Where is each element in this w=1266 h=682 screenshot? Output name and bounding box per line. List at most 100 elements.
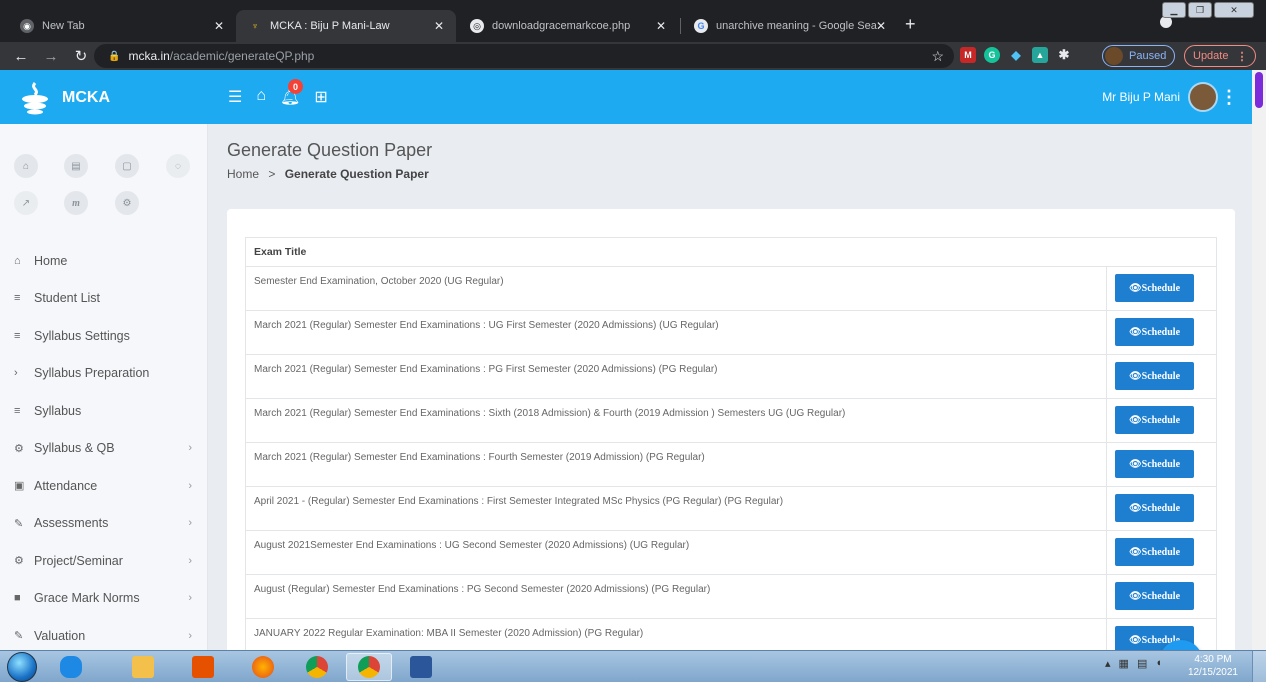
taskbar-explorer[interactable] [120,653,166,681]
taskbar-clock[interactable]: 4:30 PM 12/15/2021 [1188,653,1238,679]
grid-icon[interactable]: ⊞ [314,87,327,107]
word-icon [410,656,432,678]
update-button[interactable]: Update ⋮ [1184,45,1257,67]
home-icon[interactable]: ⌂ [14,154,38,178]
new-tab-button[interactable]: + [905,14,916,35]
sidebar-item-attendance[interactable]: ▣ Attendance › [0,467,208,505]
schedule-button[interactable]: 👁Schedule [1115,582,1194,610]
brand-name: MCKA [62,89,110,106]
exam-title-cell: Semester End Examination, October 2020 (… [245,266,1107,311]
puzzle-icon[interactable]: ✱ [1056,47,1072,63]
back-arrow-icon[interactable]: ← [10,48,32,65]
schedule-button[interactable]: 👁Schedule [1115,494,1194,522]
taskbar-chrome[interactable] [294,653,340,681]
sidebar-item-valuation[interactable]: ✎ Valuation › [0,617,208,650]
bell-icon[interactable]: 🔔︎ 0 [280,79,304,107]
menu-toggle-icon[interactable]: ☰ [228,87,242,107]
minimize-icon[interactable]: ▁ [1162,2,1186,18]
chevron-right-icon: › [188,479,192,492]
schedule-button[interactable]: 👁Schedule [1115,362,1194,390]
sidebar-menu: ⌂ Home ≡ Student List ≡ Syllabus Settings › Syl… [0,242,208,650]
list-icon: ≡ [14,292,21,305]
profile-button[interactable]: Paused [1102,45,1176,67]
sidebar-item-home[interactable]: ⌂ Home [0,242,208,280]
schedule-button[interactable]: 👁Schedule [1115,406,1194,434]
taskbar-ie[interactable] [48,653,94,681]
handshake-icon[interactable]: ◌ [166,154,190,178]
action-cell: 👁Schedule [1106,574,1217,619]
sidebar-item-syllabus-preparation[interactable]: › Syllabus Preparation [0,355,208,393]
app-icon [192,656,214,678]
close-icon[interactable]: ✕ [434,19,444,33]
grammarly-icon[interactable]: G [984,47,1000,63]
column-header-exam-title: Exam Title [245,237,1217,267]
show-desktop-button[interactable] [1252,651,1266,682]
taskbar-chrome-profile[interactable] [346,653,392,681]
tab-downloadgracemark[interactable]: ◎ downloadgracemarkcoe.php ✕ [458,10,678,42]
web-page: MCKA ☰ ⌂ 🔔︎ 0 ⊞ Mr Biju P Mani ⋮ ⌂ ▤ ▢ ◌ … [0,70,1266,650]
chrome-icon [306,656,328,678]
sidebar-item-student-list[interactable]: ≡ Student List [0,280,208,318]
schedule-button[interactable]: 👁Schedule [1115,318,1194,346]
action-cell: 👁Schedule [1106,266,1217,311]
close-icon[interactable]: ✕ [214,19,224,33]
exam-title-cell: August (Regular) Semester End Examinatio… [245,574,1107,619]
lock-icon[interactable]: ▢ [115,154,139,178]
scrollbar-thumb[interactable] [1255,72,1263,108]
external-link-icon[interactable]: ↗ [14,191,38,215]
sidebar-item-syllabus[interactable]: ≡ Syllabus [0,392,208,430]
breadcrumb-home[interactable]: Home [227,167,259,181]
brand[interactable]: MCKA [18,81,110,115]
volume-icon[interactable]: ◖ [1155,657,1162,670]
close-icon[interactable]: ✕ [656,19,666,33]
tab-new-tab[interactable]: ◉ New Tab ✕ [8,10,236,42]
tab-mcka[interactable]: ♆ MCKA : Biju P Mani-Law ✕ [236,10,456,42]
browser-toolbar: ← → ↻ 🔒 mcka.in/academic/generateQP.php … [0,42,1266,70]
schedule-button[interactable]: 👁Schedule [1115,538,1194,566]
book-icon: ■ [14,592,21,605]
schedule-button[interactable]: 👁Schedule [1115,274,1194,302]
sidebar-item-syllabus-qb[interactable]: ⚙ Syllabus & QB › [0,430,208,468]
page-title: Generate Question Paper [227,140,433,160]
gear-icon[interactable]: ⚙ [115,191,139,215]
tray-expand-icon[interactable]: ▴ [1105,657,1111,670]
more-options-icon[interactable]: ⋮ [1220,87,1238,108]
close-icon[interactable]: ✕ [876,19,886,33]
avatar [1105,47,1123,65]
extension-drive-icon[interactable]: ▲ [1032,47,1048,63]
graduation-cap-icon[interactable]: ◆ [1008,47,1024,63]
table-row: March 2021 (Regular) Semester End Examin… [245,442,1217,487]
taskbar-firefox[interactable] [240,653,286,681]
home-icon: ⌂ [14,254,21,267]
address-bar[interactable]: 🔒 mcka.in/academic/generateQP.php ☆ [94,44,954,68]
breadcrumb-current: Generate Question Paper [284,167,429,181]
power-icon[interactable]: ▤ [1137,657,1147,670]
taskbar-word[interactable] [398,653,444,681]
sidebar-item-grace-mark-norms[interactable]: ■ Grace Mark Norms › [0,580,208,618]
table-row: JANUARY 2022 Regular Examination: MBA II… [245,618,1217,650]
forward-arrow-icon[interactable]: → [40,48,62,65]
kebab-icon: ⋮ [1236,50,1248,63]
page-scrollbar[interactable] [1252,70,1266,650]
extension-m-icon[interactable]: M [960,47,976,63]
sidebar-item-assessments[interactable]: ✎ Assessments › [0,505,208,543]
italic-m-icon[interactable]: m [64,191,88,215]
chrome-profile-icon [358,656,380,678]
exam-title-cell: March 2021 (Regular) Semester End Examin… [245,354,1107,399]
network-icon[interactable]: ▦ [1119,657,1129,670]
sidebar-item-label: Attendance [34,478,98,493]
sidebar-item-project-seminar[interactable]: ⚙ Project/Seminar › [0,542,208,580]
window-close-icon[interactable]: ✕ [1214,2,1254,18]
home-icon[interactable]: ⌂ [256,87,266,107]
user-menu[interactable]: Mr Biju P Mani [1102,82,1218,112]
profile-status: Paused [1129,50,1167,62]
schedule-button[interactable]: 👁Schedule [1115,450,1194,478]
id-card-icon[interactable]: ▤ [64,154,88,178]
taskbar-app[interactable] [180,653,226,681]
sidebar-item-syllabus-settings[interactable]: ≡ Syllabus Settings [0,317,208,355]
reload-icon[interactable]: ↻ [70,47,92,65]
tab-google-search[interactable]: G unarchive meaning - Google Sea ✕ [682,10,898,42]
bookmark-star-icon[interactable]: ☆ [931,48,944,65]
start-button[interactable] [5,651,39,682]
maximize-icon[interactable]: ❐ [1188,2,1212,18]
